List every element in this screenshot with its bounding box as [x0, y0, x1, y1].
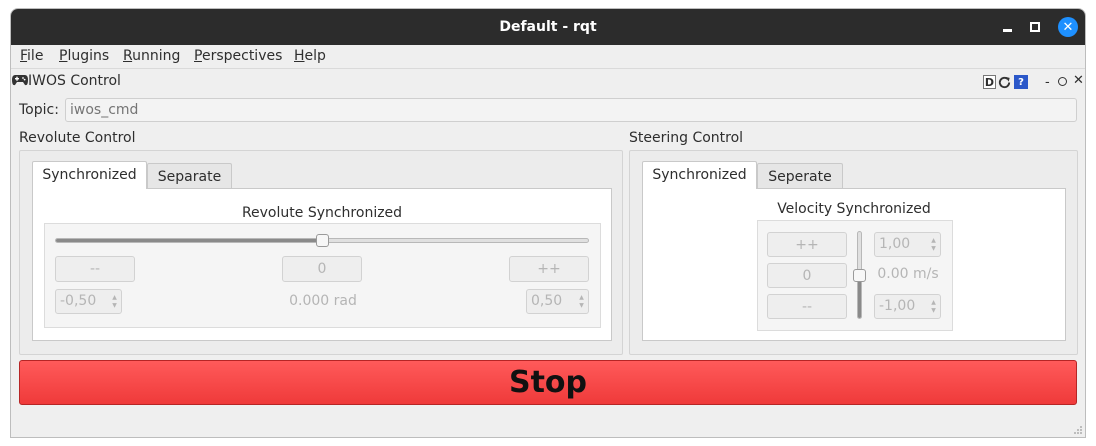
close-button[interactable]: ✕	[1058, 17, 1078, 37]
menu-bar: File Plugins Running Perspectives Help	[11, 45, 1085, 68]
revolute-slider-fill	[56, 239, 322, 242]
help-button[interactable]: ?	[1014, 75, 1028, 89]
steering-min-spinbox[interactable]: -1,00 ▲ ▼	[874, 294, 941, 319]
revolute-min-value: -0,50	[60, 293, 97, 309]
steering-tab-synchronized[interactable]: Synchronized	[642, 161, 757, 189]
steering-tab-seperate[interactable]: Seperate	[757, 163, 843, 189]
title-bar: Default - rqt ✕	[11, 9, 1085, 45]
revolute-max-spinbox[interactable]: 0,50 ▲ ▼	[526, 289, 589, 314]
window-title: Default - rqt	[499, 19, 597, 35]
close-icon: ✕	[1062, 19, 1074, 35]
revolute-increment-button[interactable]: ++	[509, 256, 589, 282]
spin-arrows-icon[interactable]: ▲ ▼	[109, 291, 120, 312]
plugin-close-button[interactable]: ✕	[1073, 73, 1084, 88]
steering-zero-button[interactable]: 0	[767, 263, 847, 288]
menu-perspectives[interactable]: Perspectives	[194, 47, 282, 66]
steering-decrement-button[interactable]: --	[767, 294, 847, 319]
plugin-float-button[interactable]	[1058, 77, 1067, 86]
spin-arrows-icon[interactable]: ▲ ▼	[576, 291, 587, 312]
reload-icon[interactable]	[997, 75, 1012, 90]
revolute-readout: 0.000 rad	[289, 293, 357, 309]
revolute-subtitle: Revolute Synchronized	[241, 205, 403, 221]
steering-max-value: 1,00	[879, 236, 911, 252]
minimize-button[interactable]	[997, 17, 1017, 37]
gamepad-icon	[12, 75, 28, 86]
menu-plugins[interactable]: Plugins	[59, 47, 109, 66]
resize-grip-icon[interactable]	[1073, 425, 1083, 435]
steering-subtitle: Velocity Synchronized	[777, 201, 931, 217]
topic-label: Topic:	[19, 102, 59, 118]
revolute-min-spinbox[interactable]: -0,50 ▲ ▼	[55, 289, 122, 314]
maximize-icon	[1030, 22, 1040, 32]
plugin-title-bar: IWOS Control D ? - ✕	[11, 68, 1085, 95]
steering-min-value: -1,00	[879, 298, 916, 314]
stop-button[interactable]: Stop	[19, 360, 1077, 405]
steering-group-title: Steering Control	[629, 130, 744, 146]
minimize-icon	[1002, 28, 1012, 32]
menu-help[interactable]: Help	[294, 47, 326, 66]
revolute-tab-synchronized[interactable]: Synchronized	[32, 161, 147, 189]
steering-slider-handle[interactable]	[853, 269, 866, 282]
menu-file[interactable]: File	[20, 47, 43, 66]
dock-button[interactable]: D	[983, 75, 996, 89]
revolute-zero-button[interactable]: 0	[282, 256, 362, 282]
spin-arrows-icon[interactable]: ▲ ▼	[928, 234, 939, 255]
steering-increment-button[interactable]: ++	[767, 232, 847, 257]
steering-max-spinbox[interactable]: 1,00 ▲ ▼	[874, 232, 941, 257]
plugin-title: IWOS Control	[28, 73, 121, 89]
topic-input[interactable]	[65, 98, 1077, 122]
revolute-max-value: 0,50	[531, 293, 563, 309]
revolute-slider-handle[interactable]	[316, 234, 329, 247]
revolute-decrement-button[interactable]: --	[55, 256, 135, 282]
rqt-window: Default - rqt ✕ File Plugins Running Per…	[10, 8, 1086, 438]
menu-running[interactable]: Running	[123, 47, 180, 66]
revolute-tab-separate[interactable]: Separate	[147, 163, 232, 189]
steering-readout: 0.00 m/s	[877, 266, 939, 282]
maximize-button[interactable]	[1025, 17, 1045, 37]
spin-arrows-icon[interactable]: ▲ ▼	[928, 296, 939, 317]
revolute-group-title: Revolute Control	[19, 130, 136, 146]
plugin-minimize-button[interactable]: -	[1045, 75, 1050, 90]
